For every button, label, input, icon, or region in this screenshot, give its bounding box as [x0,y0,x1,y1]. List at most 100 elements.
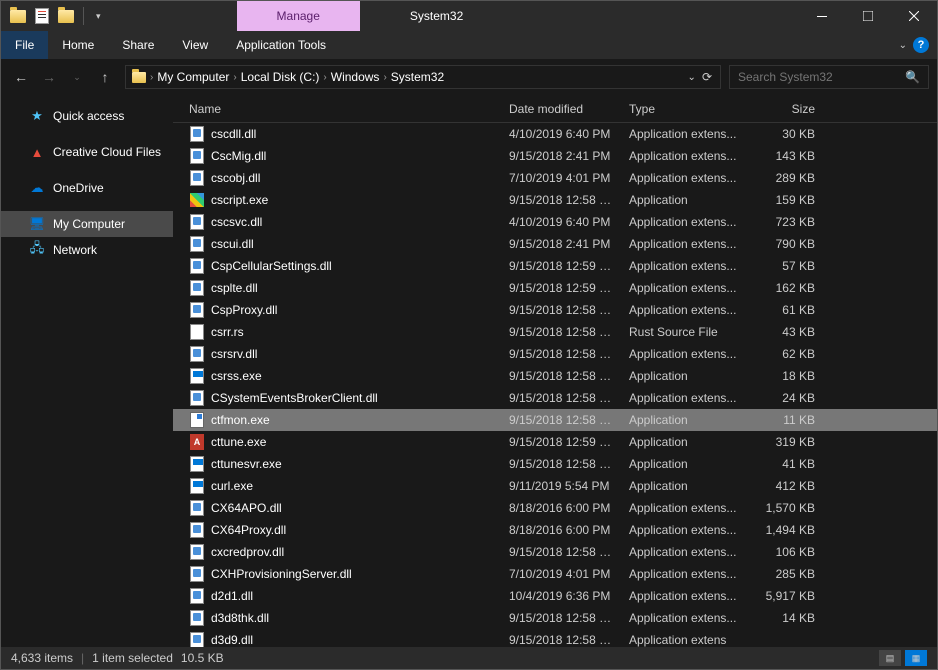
file-row[interactable]: cttunesvr.exe9/15/2018 12:58 PMApplicati… [173,453,937,475]
file-row[interactable]: d3d9.dll9/15/2018 12:58 PMApplication ex… [173,629,937,647]
breadcrumb-segment[interactable]: My Computer [155,70,231,84]
minimize-button[interactable] [799,1,845,31]
column-size[interactable]: Size [746,102,823,116]
file-row[interactable]: CspCellularSettings.dll9/15/2018 12:59 P… [173,255,937,277]
breadcrumb-segment[interactable]: Windows [329,70,382,84]
file-row[interactable]: cscript.exe9/15/2018 12:58 PMApplication… [173,189,937,211]
file-row[interactable]: d3d8thk.dll9/15/2018 12:58 PMApplication… [173,607,937,629]
titlebar[interactable]: ▾ Manage System32 [1,1,937,31]
breadcrumb-segment[interactable]: Local Disk (C:) [239,70,322,84]
sidebar-item-network[interactable]: 🖧Network [1,237,173,263]
column-type[interactable]: Type [621,102,746,116]
forward-button[interactable]: → [37,65,61,89]
file-row[interactable]: csrss.exe9/15/2018 12:58 PMApplication18… [173,365,937,387]
file-row[interactable]: cscobj.dll7/10/2019 4:01 PMApplication e… [173,167,937,189]
file-row[interactable]: csplte.dll9/15/2018 12:59 PMApplication … [173,277,937,299]
file-row[interactable]: cscsvc.dll4/10/2019 6:40 PMApplication e… [173,211,937,233]
thumbnails-view-button[interactable]: ▦ [905,650,927,666]
share-tab[interactable]: Share [108,31,168,59]
file-row[interactable]: CXHProvisioningServer.dll7/10/2019 4:01 … [173,563,937,585]
qat-dropdown-icon[interactable]: ▾ [90,11,107,22]
file-row[interactable]: cxcredprov.dll9/15/2018 12:58 PMApplicat… [173,541,937,563]
breadcrumb-segment[interactable]: System32 [389,70,446,84]
file-type: Application [621,457,746,471]
sidebar-item-label: Quick access [53,109,124,123]
file-size: 61 KB [746,303,823,317]
chevron-right-icon[interactable]: › [148,72,155,83]
file-row[interactable]: CX64APO.dll8/18/2016 6:00 PMApplication … [173,497,937,519]
file-date: 9/15/2018 12:59 PM [501,259,621,273]
file-size: 289 KB [746,171,823,185]
new-folder-icon[interactable] [55,5,77,27]
address-bar[interactable]: › My Computer › Local Disk (C:) › Window… [125,65,721,89]
file-date: 9/15/2018 2:41 PM [501,149,621,163]
file-name: csrsrv.dll [181,346,501,362]
file-date: 9/15/2018 12:58 PM [501,391,621,405]
file-row[interactable]: d2d1.dll10/4/2019 6:36 PMApplication ext… [173,585,937,607]
sidebar-item-creative-cloud-files[interactable]: ▲Creative Cloud Files [1,139,173,165]
file-row[interactable]: Acttune.exe9/15/2018 12:59 PMApplication… [173,431,937,453]
back-button[interactable]: ← [9,65,33,89]
window-controls [799,1,937,31]
file-date: 7/10/2019 4:01 PM [501,567,621,581]
column-name[interactable]: Name [181,102,501,116]
properties-icon[interactable] [31,5,53,27]
sidebar-item-quick-access[interactable]: ★Quick access [1,103,173,129]
details-view-button[interactable]: ▤ [879,650,901,666]
file-row[interactable]: csrsrv.dll9/15/2018 12:58 PMApplication … [173,343,937,365]
expand-ribbon-icon[interactable]: ⌄ [899,40,907,51]
file-size: 24 KB [746,391,823,405]
file-row[interactable]: CX64Proxy.dll8/18/2016 6:00 PMApplicatio… [173,519,937,541]
file-tab[interactable]: File [1,31,48,59]
file-row[interactable]: CscMig.dll9/15/2018 2:41 PMApplication e… [173,145,937,167]
file-name: cscsvc.dll [181,214,501,230]
file-type: Application extens... [621,567,746,581]
sidebar-item-label: Network [53,243,97,257]
file-row[interactable]: curl.exe9/11/2019 5:54 PMApplication412 … [173,475,937,497]
up-button[interactable]: ↑ [93,65,117,89]
manage-context-tab[interactable]: Manage [237,1,360,31]
file-row[interactable]: cscui.dll9/15/2018 2:41 PMApplication ex… [173,233,937,255]
file-row[interactable]: ctfmon.exe9/15/2018 12:58 PMApplication1… [173,409,937,431]
file-list[interactable]: cscdll.dll4/10/2019 6:40 PMApplication e… [173,123,937,647]
sidebar-item-my-computer[interactable]: 🖥My Computer [1,211,173,237]
file-type: Application extens... [621,347,746,361]
navigation-pane[interactable]: ★Quick access ▲Creative Cloud Files ☁OneDr… [1,95,173,647]
home-tab[interactable]: Home [48,31,108,59]
file-type: Application extens... [621,523,746,537]
recent-dropdown-icon[interactable]: ⌄ [65,65,89,89]
file-size: 62 KB [746,347,823,361]
sidebar-item-onedrive[interactable]: ☁OneDrive [1,175,173,201]
file-row[interactable]: CSystemEventsBrokerClient.dll9/15/2018 1… [173,387,937,409]
file-date: 9/15/2018 12:58 PM [501,369,621,383]
view-tab[interactable]: View [168,31,222,59]
search-box[interactable]: 🔍 [729,65,929,89]
file-type: Application extens [621,633,746,647]
file-type: Application extens... [621,259,746,273]
chevron-right-icon[interactable]: › [321,72,328,83]
search-input[interactable] [738,70,905,84]
file-row[interactable]: csrr.rs9/15/2018 12:58 PMRust Source Fil… [173,321,937,343]
file-type: Application [621,413,746,427]
column-date[interactable]: Date modified [501,102,621,116]
file-date: 9/15/2018 12:59 PM [501,281,621,295]
file-type: Application [621,369,746,383]
application-tools-tab[interactable]: Application Tools [222,31,340,59]
help-icon[interactable]: ? [913,37,929,53]
chevron-right-icon[interactable]: › [381,72,388,83]
chevron-right-icon[interactable]: › [231,72,238,83]
file-name: CX64Proxy.dll [181,522,501,538]
file-size: 11 KB [746,413,823,427]
folder-icon[interactable] [7,5,29,27]
file-row[interactable]: CspProxy.dll9/15/2018 12:58 PMApplicatio… [173,299,937,321]
file-type: Application extens... [621,391,746,405]
file-row[interactable]: cscdll.dll4/10/2019 6:40 PMApplication e… [173,123,937,145]
file-size: 143 KB [746,149,823,163]
cc-icon: ▲ [29,144,45,160]
chevron-down-icon[interactable]: ⌄ [688,72,696,83]
close-button[interactable] [891,1,937,31]
search-icon[interactable]: 🔍 [905,70,920,84]
maximize-button[interactable] [845,1,891,31]
file-size: 723 KB [746,215,823,229]
refresh-icon[interactable]: ⟳ [702,70,712,84]
